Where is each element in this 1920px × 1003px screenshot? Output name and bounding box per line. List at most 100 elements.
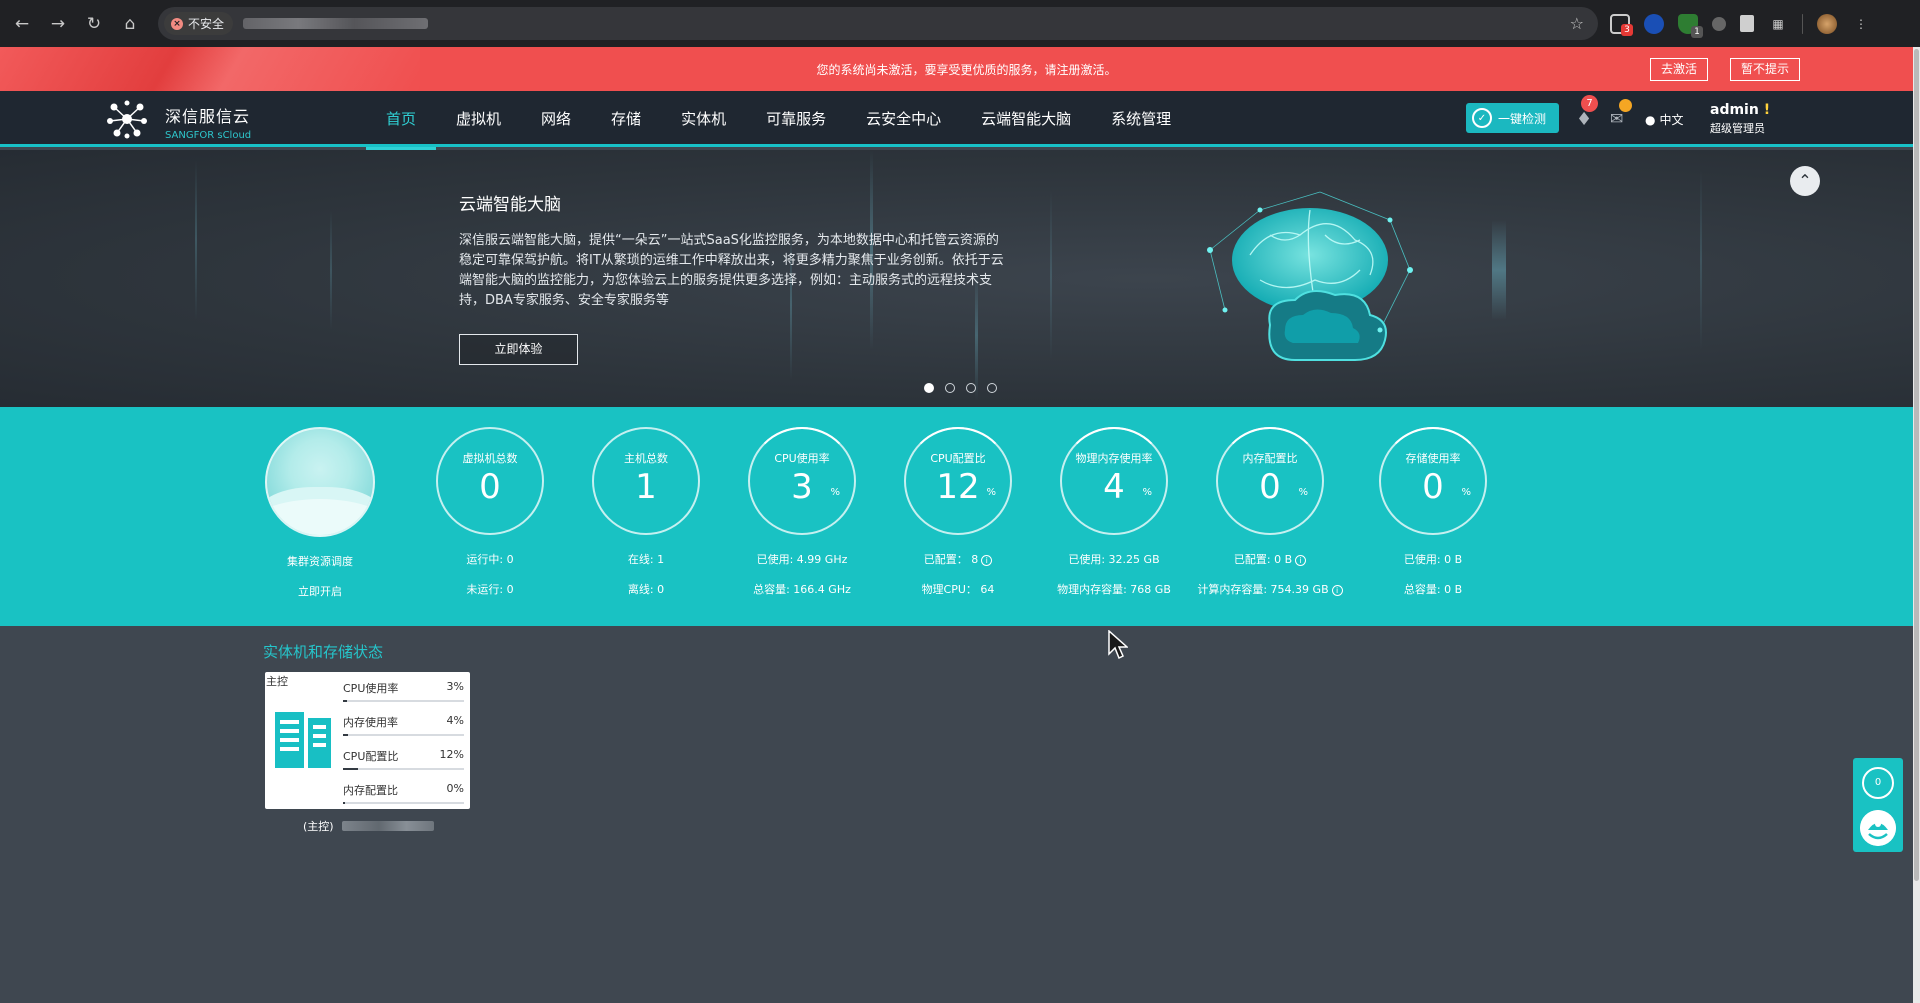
menu-dots-icon[interactable]: ⋮	[1851, 14, 1871, 34]
stat-1[interactable]: 主机总数 1 在线: 1 离线: 0	[561, 427, 731, 597]
bookmark-star-icon[interactable]: ☆	[1570, 14, 1584, 33]
stat-ring: 主机总数 1	[592, 427, 700, 535]
host-ip-redacted	[341, 821, 434, 831]
host-metric: 内存使用率 4%	[343, 714, 464, 736]
bell-icon[interactable]: ♦ 7	[1576, 95, 1598, 130]
stat-line2: 未运行: 0	[466, 583, 514, 596]
top-navigation: 深信服信云 SANGFOR sCloud 首页 虚拟机 网络 存储 实体机 可靠服务 云安全…	[0, 91, 1913, 150]
stat-line1: 已使用: 4.99 GHz	[756, 553, 848, 566]
dismiss-button[interactable]: 暂不提示	[1730, 58, 1801, 81]
extension-icon-4[interactable]	[1712, 16, 1726, 31]
menu-item-6[interactable]: 云安全中心	[846, 91, 961, 147]
stat-line2: 计算内存容量: 754.39 GB	[1197, 583, 1329, 596]
host-card[interactable]: 主控 CPU使用率 3% 内存使用率 4% CPU配置比 12% 内存配置比 0%	[265, 672, 470, 809]
cluster-scheduling-icon	[265, 427, 375, 537]
metric-bar	[343, 734, 464, 736]
divider	[1802, 13, 1803, 34]
forward-icon[interactable]: →	[40, 6, 76, 42]
extensions-area: 3 1 ▦ ⋮	[1610, 0, 1871, 47]
home-icon[interactable]: ⌂	[112, 6, 148, 42]
activation-banner: 您的系统尚未激活，要享受更优质的服务，请注册激活。 去激活 暂不提示	[0, 47, 1913, 91]
stat-value: 0	[479, 467, 501, 507]
stat-line2: 离线: 0	[627, 583, 665, 596]
security-label: 不安全	[188, 17, 225, 31]
stat-ring: 存储使用率 0%	[1379, 427, 1487, 535]
info-icon[interactable]: i	[981, 554, 993, 566]
assistant-robot-icon[interactable]	[1860, 810, 1896, 846]
stat-ring: 内存配置比 0%	[1216, 427, 1324, 535]
stat-5[interactable]: 内存配置比 0% 已配置: 0 Bi 计算内存容量: 754.39 GB i	[1185, 427, 1355, 597]
stat-label: 存储使用率	[1405, 452, 1461, 465]
extension-shield-icon[interactable]: 1	[1678, 13, 1703, 38]
stat-line1: 已使用: 32.25 GB	[1068, 553, 1160, 566]
stat-ring: 虚拟机总数 0	[436, 427, 544, 535]
activate-button[interactable]: 去激活	[1650, 58, 1709, 81]
metric-value: 12%	[439, 748, 464, 761]
stat-2[interactable]: CPU使用率 3% 已使用: 4.99 GHz 总容量: 166.4 GHz	[717, 427, 887, 597]
menu-item-8[interactable]: 系统管理	[1091, 91, 1191, 147]
menu-item-7[interactable]: 云端智能大脑	[961, 91, 1091, 147]
bg-streak	[195, 160, 197, 320]
metric-value: 0%	[446, 782, 464, 795]
menu-item-3[interactable]: 存储	[591, 91, 661, 147]
stat-unit: %	[1461, 487, 1471, 498]
one-click-check-button[interactable]: ✓ 一键检测	[1466, 103, 1559, 133]
metric-bar	[343, 802, 464, 804]
hero-description: 深信服云端智能大脑，提供“一朵云”一站式SaaS化监控服务，为本地数据中心和托管…	[459, 233, 1004, 308]
cluster-label: 集群资源调度	[287, 555, 353, 568]
menu-item-0[interactable]: 首页	[366, 91, 437, 150]
carousel-dot[interactable]	[945, 383, 955, 393]
puzzle-icon[interactable]: ▦	[1768, 14, 1788, 34]
browser-toolbar: ← → ↻ ⌂ × 不安全 ☆ 3 1 ▦ ⋮	[0, 0, 1920, 47]
main-menu: 首页 虚拟机 网络 存储 实体机 可靠服务 云安全中心 云端智能大脑 系统管理	[366, 91, 1191, 150]
profile-avatar[interactable]	[1817, 13, 1837, 34]
metric-bar-fill	[343, 802, 345, 804]
try-now-button[interactable]: 立即体验	[459, 334, 578, 365]
stat-6[interactable]: 存储使用率 0% 已使用: 0 B 总容量: 0 B	[1348, 427, 1518, 597]
check-icon: ✓	[1472, 108, 1492, 128]
server-icon	[275, 712, 331, 768]
collapse-up-icon[interactable]: ⌃	[1790, 166, 1820, 196]
menu-item-4[interactable]: 实体机	[661, 91, 746, 147]
floating-assistant[interactable]: 0	[1853, 758, 1903, 852]
document-icon[interactable]	[1740, 15, 1754, 32]
menu-item-1[interactable]: 虚拟机	[436, 91, 521, 147]
info-icon[interactable]: i	[1295, 554, 1307, 566]
user-role: 超级管理员	[1710, 122, 1765, 135]
extension-icon-1[interactable]: 3	[1610, 13, 1633, 36]
reload-icon[interactable]: ↻	[76, 6, 112, 42]
language-switch[interactable]: ● 中文	[1645, 111, 1684, 128]
task-count-icon[interactable]: 0	[1862, 767, 1894, 799]
resource-stats: 集群资源调度 立即开启 虚拟机总数 0 运行中: 0 未运行: 0 主机总数 1 在线: 1…	[0, 407, 1913, 626]
stat-3[interactable]: CPU配置比 12% 已配置： 8 i 物理CPU： 64	[873, 427, 1043, 597]
extension-icon-2[interactable]	[1644, 13, 1664, 34]
back-icon[interactable]: ←	[4, 6, 40, 42]
scrollbar-thumb[interactable]	[1914, 49, 1919, 881]
host-name[interactable]: (主控)	[303, 818, 434, 834]
user-menu[interactable]: admin ! 超级管理员	[1710, 102, 1770, 136]
carousel-dot[interactable]	[924, 383, 934, 393]
address-bar[interactable]: × 不安全 ☆	[158, 7, 1598, 40]
menu-item-2[interactable]: 网络	[521, 91, 591, 147]
ai-brain-icon	[1207, 191, 1413, 361]
metric-label: 内存配置比	[343, 784, 398, 797]
stat-4[interactable]: 物理内存使用率 4% 已使用: 32.25 GB 物理内存容量: 768 GB	[1029, 427, 1199, 597]
host-metric: CPU使用率 3%	[343, 680, 464, 702]
hero-carousel: 云端智能大脑 深信服云端智能大脑，提供“一朵云”一站式SaaS化监控服务，为本地…	[0, 150, 1913, 407]
section-title: 实体机和存储状态	[263, 643, 384, 661]
check-label: 一键检测	[1498, 111, 1547, 126]
bg-streak	[1492, 220, 1506, 320]
info-icon[interactable]: i	[1331, 584, 1343, 596]
page-scrollbar[interactable]	[1913, 47, 1920, 1003]
menu-item-5[interactable]: 可靠服务	[746, 91, 846, 147]
carousel-dot[interactable]	[987, 383, 997, 393]
carousel-dot[interactable]	[966, 383, 976, 393]
globe-icon: ●	[1645, 112, 1656, 127]
security-chip[interactable]: × 不安全	[164, 12, 234, 35]
message-box-icon[interactable]: ✉	[1610, 99, 1632, 128]
cluster-enable-link[interactable]: 立即开启	[235, 583, 405, 599]
stat-line1: 已配置： 8	[923, 553, 979, 566]
stat-label: CPU配置比	[930, 452, 986, 465]
stat-0[interactable]: 虚拟机总数 0 运行中: 0 未运行: 0	[405, 427, 575, 597]
cluster-scheduling: 集群资源调度 立即开启	[235, 427, 405, 599]
